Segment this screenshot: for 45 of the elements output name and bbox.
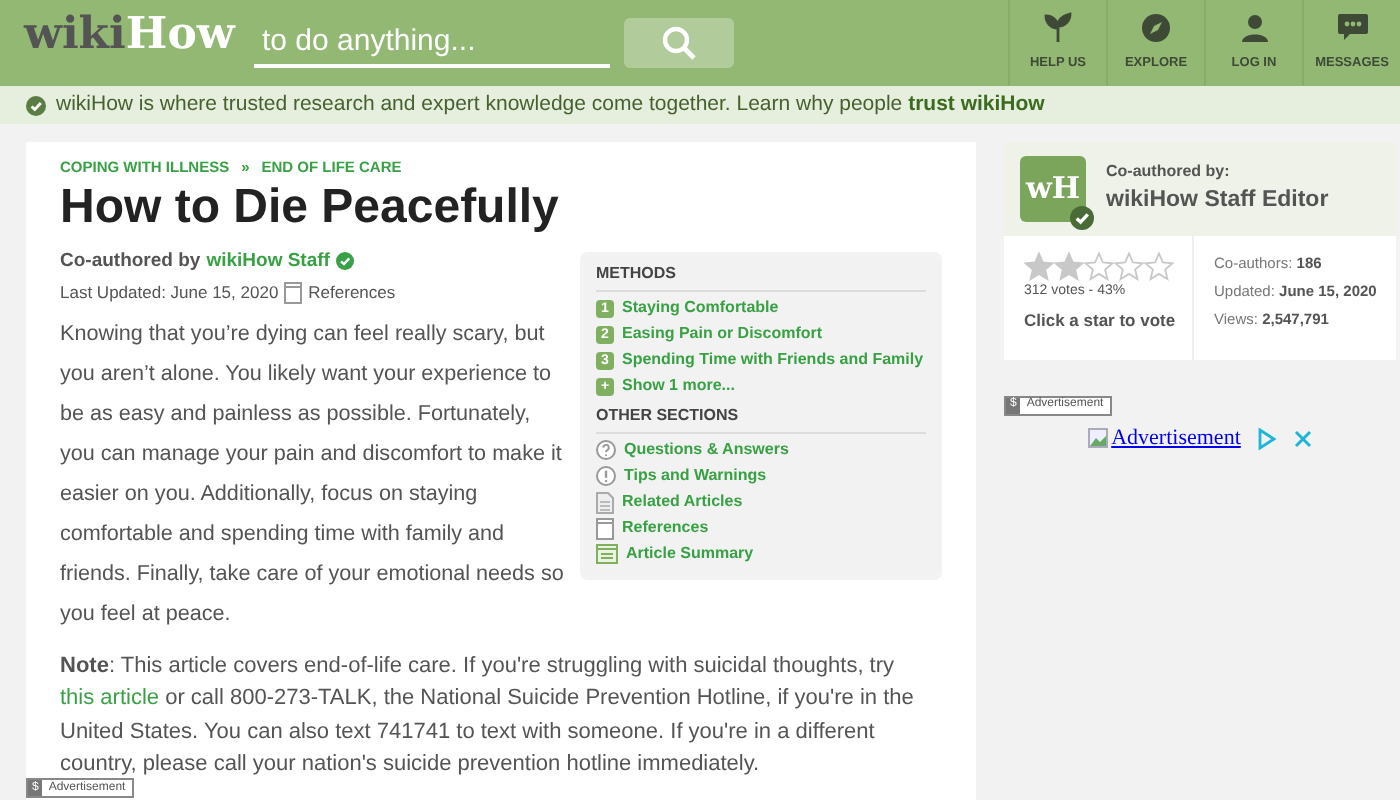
star-icon[interactable]	[1024, 252, 1054, 282]
star-icon[interactable]	[1084, 252, 1114, 282]
search-field[interactable]: to do anything...	[254, 16, 610, 68]
verified-check-icon	[1070, 206, 1094, 230]
byline-label: Co-authored by	[60, 247, 201, 276]
summary-icon	[596, 544, 618, 565]
ad-choices-icon[interactable]	[1256, 427, 1279, 450]
author-link[interactable]: wikiHow Staff	[206, 247, 330, 276]
toc-heading: OTHER SECTIONS	[596, 399, 926, 434]
toc-item[interactable]: Tips and Warnings	[596, 463, 767, 490]
document-icon	[596, 491, 614, 514]
last-updated: Last Updated: June 15, 2020	[60, 279, 279, 306]
trust-message: wikiHow is where trusted research and expert knowledge come together. Learn why people trust wikiHow	[56, 89, 1045, 120]
vote-prompt: Click a star to vote	[1024, 307, 1178, 333]
star-icon[interactable]	[1114, 252, 1144, 282]
chat-bubble-icon	[1337, 13, 1367, 42]
search-button[interactable]	[624, 18, 734, 68]
advertisement-link[interactable]: Advertisement	[1087, 422, 1241, 455]
toc-item[interactable]: References	[596, 515, 709, 542]
references-link[interactable]: References	[308, 279, 396, 306]
star-icon[interactable]	[1054, 252, 1084, 282]
person-icon	[1241, 13, 1267, 42]
coauthor-label: Co-authored by:	[1106, 159, 1232, 184]
close-icon[interactable]	[1294, 429, 1313, 448]
sprout-icon	[1044, 12, 1072, 43]
intro-paragraph: Knowing that you’re dying can feel really scary, but you aren’t alone. You likely want your experience to be as easy and painless as possible. Fortunately, you can manage your pain and discomfort to make it easier on you. Additionally, focus on staying comfortable and spending time with family and friends. Finally, take care of your emotional needs so you feel at peace.	[60, 319, 566, 630]
toc-item[interactable]: Related Articles	[596, 489, 743, 516]
broken-image-icon	[1087, 428, 1108, 449]
exclamation-icon	[596, 466, 616, 487]
verified-check-icon	[26, 95, 46, 115]
toc-heading: METHODS	[596, 257, 926, 292]
toc-item[interactable]: Article Summary	[596, 541, 754, 568]
author-name[interactable]: wikiHow Staff Editor	[1106, 183, 1329, 219]
article-title: How to Die Peacefully	[60, 182, 561, 236]
star-icon[interactable]	[1144, 252, 1174, 282]
note-paragraph: Note: This article covers end-of-life care. If you're struggling with suicidal thoughts, try this article or call 800-273-TALK, the National Suicide Prevention Hotline, if you're in the United States. You can also text 741741 to text with someone. If you're in a different country, please call your nation's suicide prevention hotline immediately.	[60, 651, 916, 781]
notepad-icon	[596, 517, 614, 540]
search-icon	[662, 26, 696, 60]
toc-item[interactable]: Questions & Answers	[596, 437, 789, 464]
logo[interactable]: wikiHow	[0, 0, 254, 86]
question-icon	[596, 440, 616, 461]
article-link[interactable]: this article	[60, 686, 160, 711]
compass-icon	[1142, 13, 1170, 42]
verified-check-icon	[335, 252, 354, 271]
notepad-icon	[284, 281, 303, 304]
